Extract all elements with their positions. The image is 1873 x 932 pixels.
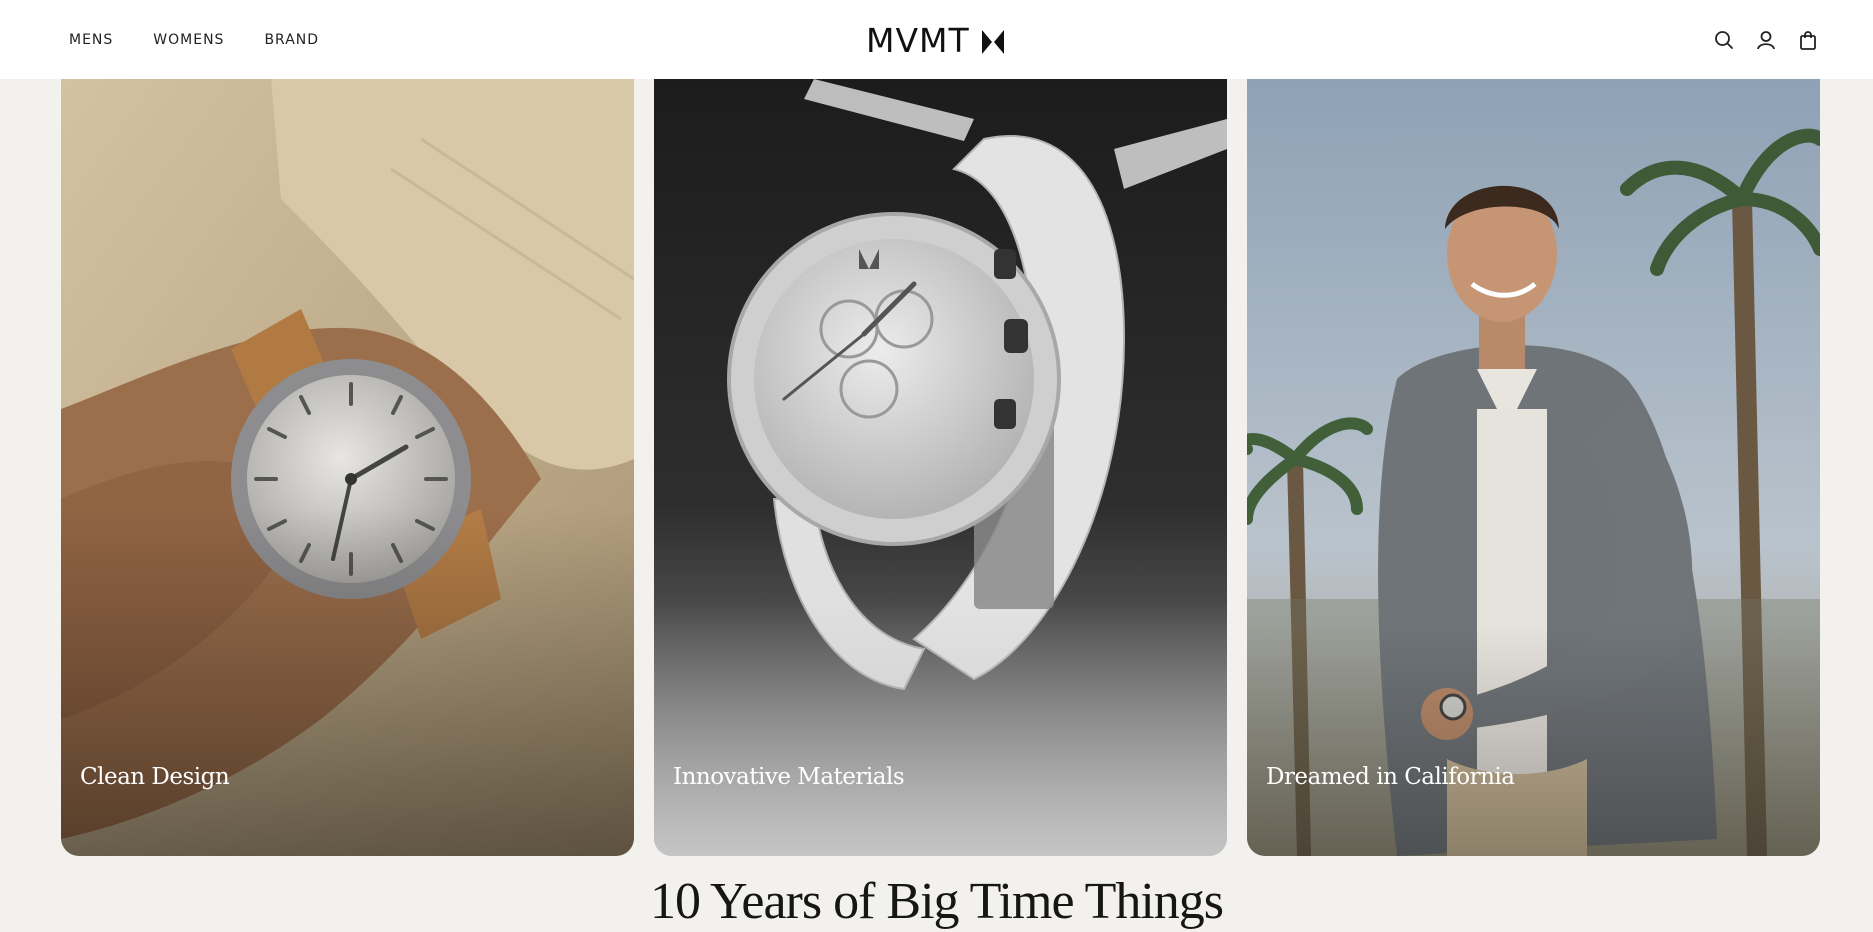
brand-logo[interactable]: MVMT bbox=[866, 20, 1004, 58]
brand-logo-text: MVMT bbox=[866, 21, 970, 58]
nav-item-mens[interactable]: MENS bbox=[69, 32, 113, 48]
card-label[interactable]: Innovative Materials bbox=[673, 764, 905, 790]
section-headline: 10 Years of Big Time Things bbox=[649, 873, 1224, 930]
card-dreamed-in-california[interactable]: Dreamed in California bbox=[1247, 79, 1820, 856]
account-icon[interactable] bbox=[1755, 29, 1777, 51]
site-header: MENS WOMENS BRAND MVMT bbox=[0, 0, 1873, 79]
header-icons bbox=[1713, 0, 1819, 79]
innovative-materials-image bbox=[654, 79, 1227, 856]
dreamed-in-california-image bbox=[1247, 79, 1820, 856]
card-clean-design[interactable]: Clean Design bbox=[61, 79, 634, 856]
nav-item-brand[interactable]: BRAND bbox=[264, 32, 319, 48]
feature-cards: Clean Design Innovative Materials Dreame… bbox=[61, 79, 1821, 856]
search-icon[interactable] bbox=[1713, 29, 1735, 51]
cart-icon[interactable] bbox=[1797, 29, 1819, 51]
card-label[interactable]: Dreamed in California bbox=[1266, 764, 1515, 790]
main-nav: MENS WOMENS BRAND bbox=[69, 0, 319, 79]
nav-item-womens[interactable]: WOMENS bbox=[153, 32, 224, 48]
card-label[interactable]: Clean Design bbox=[80, 764, 230, 790]
card-innovative-materials[interactable]: Innovative Materials bbox=[654, 79, 1227, 856]
clean-design-image bbox=[61, 79, 634, 856]
